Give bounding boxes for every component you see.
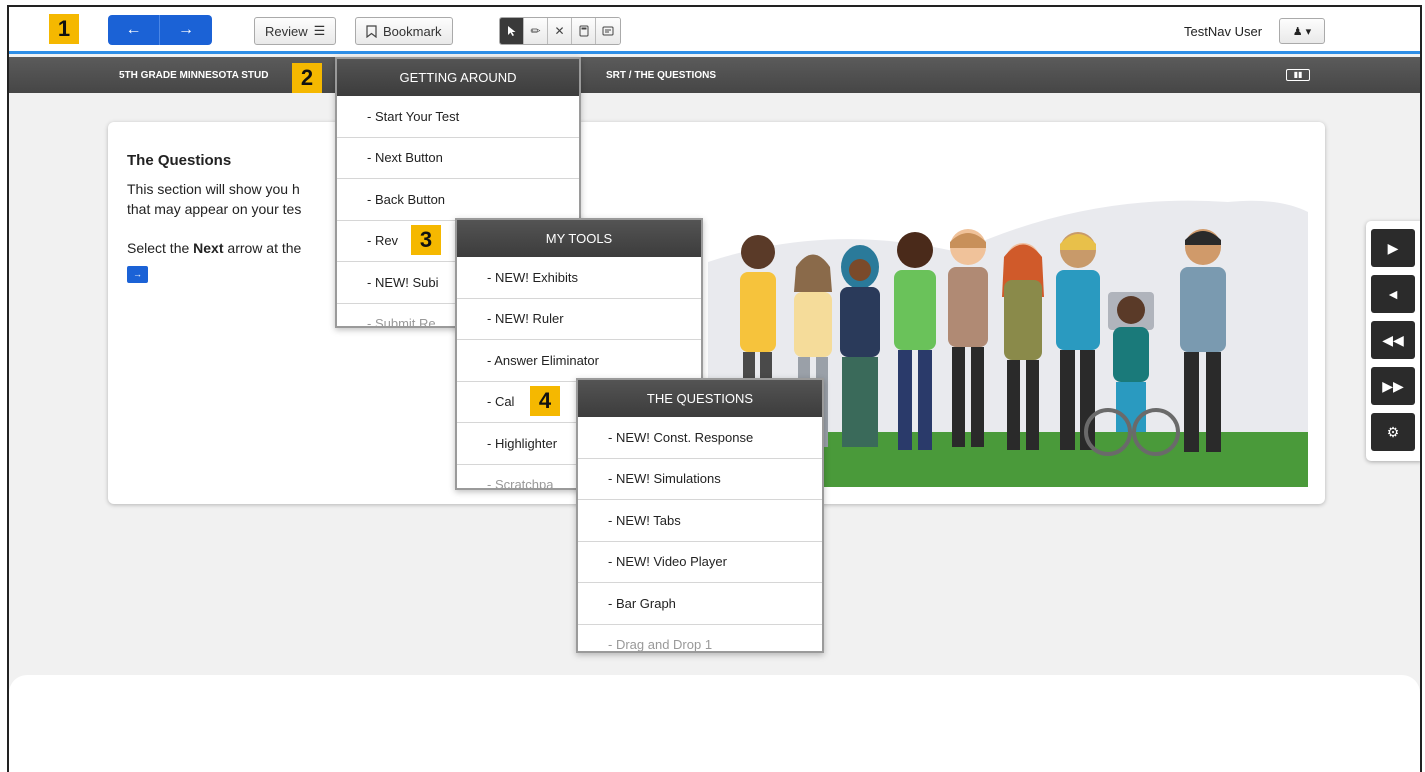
bookmark-button[interactable]: Bookmark xyxy=(355,17,453,45)
callout-badge-1: 1 xyxy=(49,14,79,44)
play-button[interactable]: ▶ xyxy=(1371,229,1415,267)
notepad-icon xyxy=(602,26,614,35)
rewind-button[interactable]: ◀◀ xyxy=(1371,321,1415,359)
breadcrumb-test-name: 5TH GRADE MINNESOTA STUD xyxy=(119,70,269,81)
list-icon: ☰ xyxy=(313,23,326,38)
footer-area xyxy=(9,675,1420,772)
arrow-left-icon: ← xyxy=(125,21,142,38)
audio-side-panel: ▶ ◄ ◀◀ ▶▶ ⚙ xyxy=(1366,221,1420,461)
the-questions-menu: THE QUESTIONS - NEW! Const. Response - N… xyxy=(576,378,824,653)
description-line-2: that may appear on your tes xyxy=(127,201,302,217)
instruction-suffix: arrow at the xyxy=(223,240,302,256)
rewind-icon: ◀◀ xyxy=(1382,331,1404,348)
announce-button[interactable]: ◄ xyxy=(1371,275,1415,313)
menu-header: GETTING AROUND xyxy=(337,59,579,96)
description-line-1: This section will show you h xyxy=(127,181,300,197)
menu-header: MY TOOLS xyxy=(457,220,701,257)
user-name: TestNav User xyxy=(1184,24,1263,39)
menu-item-bar-graph[interactable]: - Bar Graph xyxy=(578,583,822,625)
top-toolbar: ← → Review ☰ Bookmark ✏ ✕ TestNav User ♟… xyxy=(9,7,1420,54)
menu-item-next-button[interactable]: - Next Button xyxy=(337,138,579,179)
breadcrumb-section: SRT / THE QUESTIONS xyxy=(606,70,717,81)
fast-forward-icon: ▶▶ xyxy=(1382,377,1404,394)
settings-button[interactable]: ⚙ xyxy=(1371,413,1415,451)
callout-badge-3: 3 xyxy=(411,225,441,255)
navigation-group: ← → xyxy=(108,15,212,45)
review-button[interactable]: Review ☰ xyxy=(254,17,337,45)
eliminator-icon: ✕ xyxy=(554,24,565,38)
notepad-tool[interactable] xyxy=(596,18,620,44)
menu-item-exhibits[interactable]: - NEW! Exhibits xyxy=(457,257,701,299)
user-icon: ♟ xyxy=(1292,25,1303,38)
battery-icon: ▮▮ xyxy=(1286,69,1310,81)
instruction-bold: Next xyxy=(193,240,224,256)
calculator-icon xyxy=(579,25,588,37)
section-description: This section will show you h that may ap… xyxy=(127,179,301,219)
user-menu-button[interactable]: ♟ ▾ xyxy=(1279,18,1325,44)
callout-badge-2: 2 xyxy=(292,63,322,93)
callout-badge-4: 4 xyxy=(530,386,560,416)
pencil-icon: ✏ xyxy=(530,24,541,38)
menu-item-const-response[interactable]: - NEW! Const. Response xyxy=(578,417,822,459)
section-title: The Questions xyxy=(127,152,232,169)
menu-item-answer-eliminator[interactable]: - Answer Eliminator xyxy=(457,340,701,382)
pointer-tool[interactable] xyxy=(500,18,524,44)
menu-item-drag-and-drop[interactable]: - Drag and Drop 1 xyxy=(578,625,822,651)
menu-item-tabs[interactable]: - NEW! Tabs xyxy=(578,500,822,542)
next-button[interactable]: → xyxy=(160,15,212,45)
bookmark-label: Bookmark xyxy=(383,23,442,39)
select-next-instruction: Select the Next arrow at the xyxy=(127,240,301,256)
play-icon: ▶ xyxy=(1387,239,1399,256)
menu-item-video-player[interactable]: - NEW! Video Player xyxy=(578,542,822,583)
inline-next-arrow-icon: → xyxy=(127,266,148,283)
bookmark-icon xyxy=(366,24,377,38)
menu-item-start-your-test[interactable]: - Start Your Test xyxy=(337,96,579,138)
pointer-icon xyxy=(507,26,515,36)
tools-group: ✏ ✕ xyxy=(499,17,621,45)
instruction-prefix: Select the xyxy=(127,240,194,256)
arrow-right-icon: → xyxy=(178,21,194,38)
highlighter-tool[interactable]: ✏ xyxy=(524,18,548,44)
menu-header: THE QUESTIONS xyxy=(578,380,822,417)
testnav-window: ← → Review ☰ Bookmark ✏ ✕ TestNav User ♟… xyxy=(7,5,1422,772)
review-label: Review xyxy=(265,23,308,39)
calculator-tool[interactable] xyxy=(572,18,596,44)
fast-forward-button[interactable]: ▶▶ xyxy=(1371,367,1415,405)
menu-item-ruler[interactable]: - NEW! Ruler xyxy=(457,299,701,340)
megaphone-icon: ◄ xyxy=(1386,286,1400,302)
chevron-down-icon: ▾ xyxy=(1305,25,1312,38)
menu-item-simulations[interactable]: - NEW! Simulations xyxy=(578,459,822,500)
gear-icon: ⚙ xyxy=(1386,423,1400,440)
back-button[interactable]: ← xyxy=(108,15,160,45)
answer-eliminator-tool[interactable]: ✕ xyxy=(548,18,572,44)
menu-item-back-button[interactable]: - Back Button xyxy=(337,179,579,221)
breadcrumb-bar: 5TH GRADE MINNESOTA STUD SRT / THE QUEST… xyxy=(9,57,1420,93)
